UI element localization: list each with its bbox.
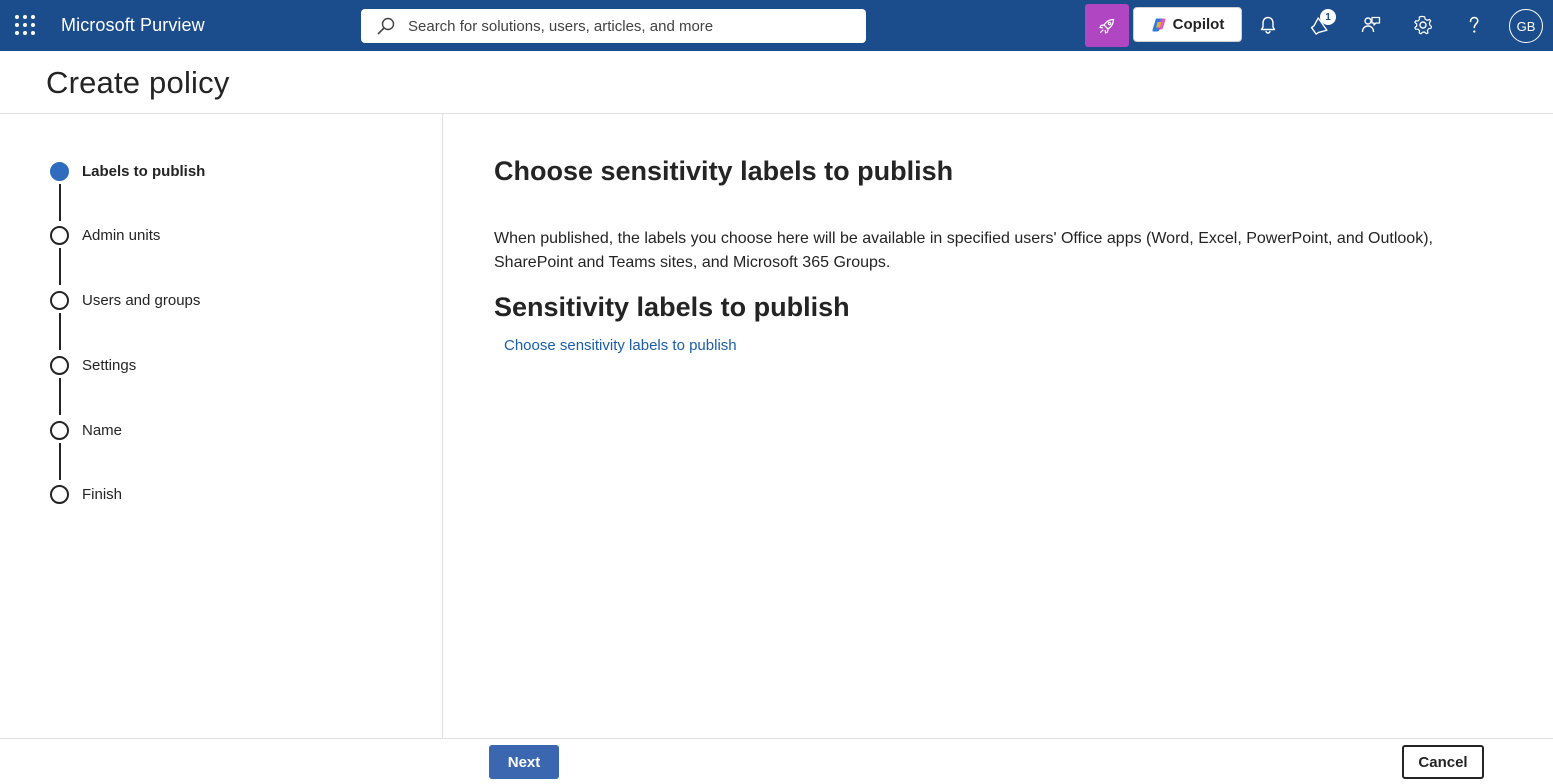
help-button[interactable] xyxy=(1462,13,1486,37)
step-label: Settings xyxy=(82,356,137,374)
main-content: Choose sensitivity labels to publish Whe… xyxy=(443,114,1553,738)
wizard-steps-panel: Labels to publish Admin units Users and … xyxy=(0,114,443,738)
step-label: Name xyxy=(82,421,123,439)
copilot-icon xyxy=(1152,18,1166,31)
question-icon xyxy=(1469,16,1479,33)
step-users-and-groups[interactable]: Users and groups xyxy=(50,288,200,312)
search-box[interactable] xyxy=(361,9,866,43)
step-admin-units[interactable]: Admin units xyxy=(50,223,160,247)
section-heading: Choose sensitivity labels to publish xyxy=(494,156,954,186)
step-name[interactable]: Name xyxy=(50,418,122,442)
notifications-button[interactable] xyxy=(1256,13,1280,37)
search-icon xyxy=(377,17,395,35)
next-button[interactable]: Next xyxy=(489,745,559,779)
choose-labels-link[interactable]: Choose sensitivity labels to publish xyxy=(504,337,737,354)
bell-icon xyxy=(1260,16,1276,34)
page-title: Create policy xyxy=(46,65,230,100)
cancel-button[interactable]: Cancel xyxy=(1402,745,1484,779)
step-finish[interactable]: Finish xyxy=(50,482,122,506)
step-pending-indicator-icon xyxy=(50,225,69,245)
step-connector xyxy=(59,313,61,350)
feedback-button[interactable] xyxy=(1359,13,1383,37)
step-pending-indicator-icon xyxy=(50,290,69,310)
app-launcher-icon[interactable] xyxy=(14,14,36,36)
settings-button[interactable] xyxy=(1411,13,1435,37)
step-connector xyxy=(59,184,61,221)
subsection-heading: Sensitivity labels to publish xyxy=(494,292,850,322)
step-label: Labels to publish xyxy=(82,162,206,180)
notification-badge: 1 xyxy=(1320,9,1336,25)
step-pending-indicator-icon xyxy=(50,420,69,440)
rocket-icon xyxy=(1099,18,1115,34)
step-label: Admin units xyxy=(82,226,161,244)
top-bar: Microsoft Purview Copilot xyxy=(0,0,1553,51)
avatar[interactable]: GB xyxy=(1509,9,1543,43)
step-connector xyxy=(59,248,61,285)
step-pending-indicator-icon xyxy=(50,484,69,504)
step-label: Finish xyxy=(82,485,123,503)
step-pending-indicator-icon xyxy=(50,355,69,375)
rocket-button[interactable] xyxy=(1085,4,1129,47)
people-feedback-icon xyxy=(1361,16,1381,33)
section-description: When published, the labels you choose he… xyxy=(494,230,1433,271)
step-settings[interactable]: Settings xyxy=(50,353,136,377)
gear-icon xyxy=(1414,15,1433,35)
app-name[interactable]: Microsoft Purview xyxy=(61,15,205,36)
step-connector xyxy=(59,443,61,480)
step-current-indicator-icon xyxy=(50,161,69,181)
search-input[interactable] xyxy=(408,9,858,43)
step-label: Users and groups xyxy=(82,291,201,309)
step-connector xyxy=(59,378,61,415)
step-labels-to-publish[interactable]: Labels to publish xyxy=(50,159,205,183)
copilot-label: Copilot xyxy=(1172,16,1225,33)
page-header: Create policy xyxy=(0,51,1553,114)
copilot-button[interactable]: Copilot xyxy=(1133,7,1242,42)
wizard-footer: Next Cancel xyxy=(0,738,1553,784)
